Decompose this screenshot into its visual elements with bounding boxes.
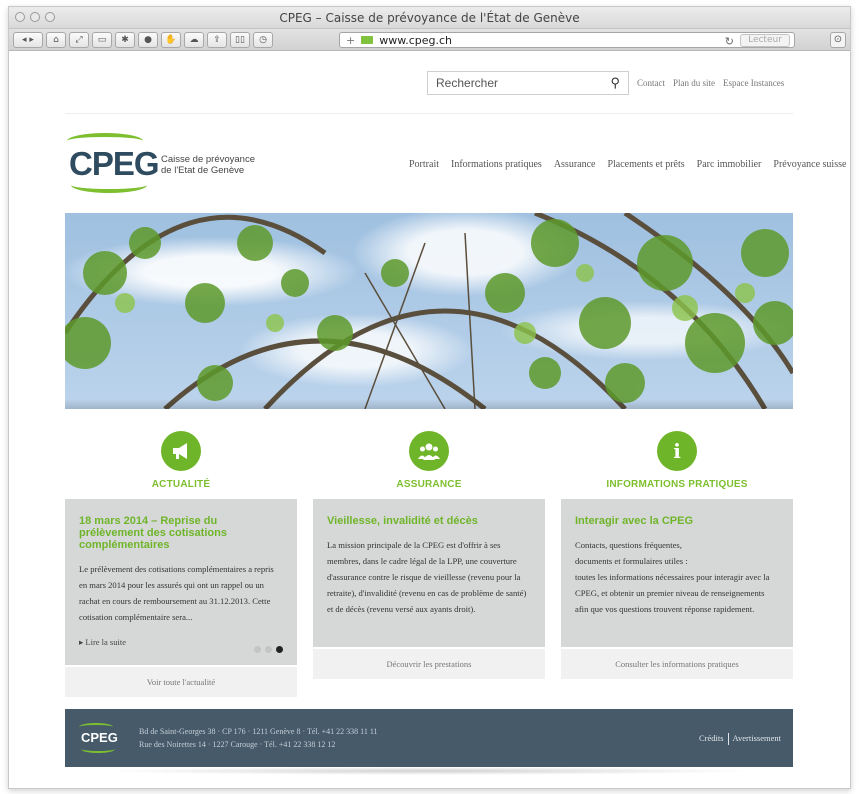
address-bar[interactable]: + www.cpeg.ch ↻ Lecteur xyxy=(339,32,795,48)
browser-toolbar: ◂ ▸ ⌂ ⤢ ▭ ✱ ● ✋ ☁ ⇪ ▯▯ ◷ + www.cpeg.ch ↻… xyxy=(9,29,850,51)
card-body-assurance: La mission principale de la CPEG est d'o… xyxy=(327,540,527,614)
cloud-icon[interactable]: ☁ xyxy=(184,31,204,48)
info-icon: i xyxy=(657,431,697,471)
downloads-icon[interactable]: ⊙ xyxy=(830,32,846,48)
nav-item-placements[interactable]: Placements et prêts xyxy=(607,159,684,170)
card-title-actualite[interactable]: 18 mars 2014 – Reprise du prélèvement de… xyxy=(79,515,283,551)
nav-item-informations-pratiques[interactable]: Informations pratiques xyxy=(451,159,542,170)
title-bar: CPEG – Caisse de prévoyance de l'État de… xyxy=(9,7,850,29)
carousel-dot-1[interactable] xyxy=(254,646,261,653)
stop-icon[interactable]: ● xyxy=(138,31,158,48)
card-title-assurance[interactable]: Vieillesse, invalidité et décès xyxy=(327,515,531,527)
card-body-actualite: Le prélèvement des cotisations complémen… xyxy=(79,564,274,622)
main-nav: Portrait Informations pratiques Assuranc… xyxy=(409,159,846,170)
people-icon xyxy=(409,431,449,471)
resize-icon[interactable]: ⤢ xyxy=(69,31,89,48)
search-input[interactable]: Rechercher ⚲ xyxy=(427,71,629,95)
footer-link-actualite[interactable]: Voir toute l'actualité xyxy=(65,667,297,697)
card-body-informations-3: toutes les informations nécessaires pour… xyxy=(575,572,770,614)
bookmarks-icon[interactable]: ▯▯ xyxy=(230,31,250,48)
hero-pergola-illustration xyxy=(65,213,793,409)
footer-logo[interactable]: CPEG xyxy=(73,723,123,753)
top-links: Contact Plan du site Espace Instances xyxy=(637,78,784,88)
site-footer: CPEG Bd de Saint-Georges 38 · CP 176 · 1… xyxy=(65,709,793,767)
card-assurance: Vieillesse, invalidité et décès La missi… xyxy=(313,499,545,647)
footer-logo-text: CPEG xyxy=(81,730,118,745)
footer-logo-arc-bottom xyxy=(81,745,115,753)
search-placeholder: Rechercher xyxy=(436,76,499,90)
logo-subtitle: Caisse de prévoyance de l'Etat de Genève xyxy=(161,154,255,176)
add-bookmark-icon[interactable]: + xyxy=(346,34,355,47)
footer-link-separator xyxy=(727,733,729,746)
footer-shadow xyxy=(99,767,759,775)
hand-icon[interactable]: ✋ xyxy=(161,31,181,48)
display-icon[interactable]: ▭ xyxy=(92,31,112,48)
column-heading-assurance: ASSURANCE xyxy=(396,479,462,490)
hero-image xyxy=(65,213,793,409)
logo-subtitle-line2: de l'Etat de Genève xyxy=(161,165,245,176)
favicon-icon xyxy=(361,36,374,44)
carousel-dot-2[interactable] xyxy=(265,646,272,653)
logo-subtitle-line1: Caisse de prévoyance xyxy=(161,154,255,165)
nav-item-parc-immobilier[interactable]: Parc immobilier xyxy=(697,159,762,170)
gear-icon[interactable]: ✱ xyxy=(115,31,135,48)
megaphone-icon xyxy=(161,431,201,471)
web-page: Rechercher ⚲ Contact Plan du site Espace… xyxy=(9,51,850,788)
read-more-link[interactable]: ▸ Lire la suite xyxy=(79,637,283,648)
footer-link-informations[interactable]: Consulter les informations pratiques xyxy=(561,649,793,679)
footer-address-line1: Bd de Saint-Georges 38 · CP 176 · 1211 G… xyxy=(139,727,378,736)
header-divider xyxy=(65,113,793,114)
cpeg-logo[interactable]: CPEG Caisse de prévoyance de l'Etat de G… xyxy=(67,133,257,193)
footer-links: Crédits Avertissement xyxy=(699,733,781,746)
column-heading-actualite: ACTUALITÉ xyxy=(151,479,211,490)
nav-item-portrait[interactable]: Portrait xyxy=(409,159,439,170)
top-link-contact[interactable]: Contact xyxy=(637,78,665,88)
logo-arc-bottom xyxy=(71,177,147,193)
history-icon[interactable]: ◷ xyxy=(253,31,273,48)
home-icon[interactable]: ⌂ xyxy=(46,31,66,48)
back-forward-button[interactable]: ◂ ▸ xyxy=(13,31,43,48)
top-link-espace-instances[interactable]: Espace Instances xyxy=(723,78,784,88)
carousel-dot-3[interactable] xyxy=(276,646,283,653)
footer-address: Bd de Saint-Georges 38 · CP 176 · 1211 G… xyxy=(139,725,378,751)
reload-icon[interactable]: ↻ xyxy=(725,35,734,48)
column-heading-informations: INFORMATIONS PRATIQUES xyxy=(606,479,748,490)
footer-address-line2: Rue des Noirettes 14 · 1227 Carouge · Té… xyxy=(139,740,336,749)
window-title: CPEG – Caisse de prévoyance de l'État de… xyxy=(279,11,580,25)
card-body-informations-1: Contacts, questions fréquentes, xyxy=(575,540,682,550)
url-text[interactable]: www.cpeg.ch xyxy=(379,34,452,47)
nav-item-assurance[interactable]: Assurance xyxy=(554,159,596,170)
share-icon[interactable]: ⇪ xyxy=(207,31,227,48)
card-body-informations-2: documents et formulaires utiles : xyxy=(575,556,688,566)
card-title-informations[interactable]: Interagir avec la CPEG xyxy=(575,515,779,527)
footer-link-assurance[interactable]: Découvrir les prestations xyxy=(313,649,545,679)
footer-link-avertissement[interactable]: Avertissement xyxy=(733,733,781,743)
search-icon[interactable]: ⚲ xyxy=(610,75,620,91)
card-actualite: 18 mars 2014 – Reprise du prélèvement de… xyxy=(65,499,297,665)
reader-button[interactable]: Lecteur xyxy=(740,34,790,47)
megaphone-icon-glyph xyxy=(173,443,187,459)
footer-link-credits[interactable]: Crédits xyxy=(699,733,724,743)
nav-item-prevoyance-suisse[interactable]: Prévoyance suisse xyxy=(773,159,846,170)
browser-window: CPEG – Caisse de prévoyance de l'État de… xyxy=(8,6,851,789)
top-link-sitemap[interactable]: Plan du site xyxy=(673,78,715,88)
carousel-dots xyxy=(254,646,283,653)
people-icon-glyph xyxy=(418,443,440,460)
card-informations: Interagir avec la CPEG Contacts, questio… xyxy=(561,499,793,647)
